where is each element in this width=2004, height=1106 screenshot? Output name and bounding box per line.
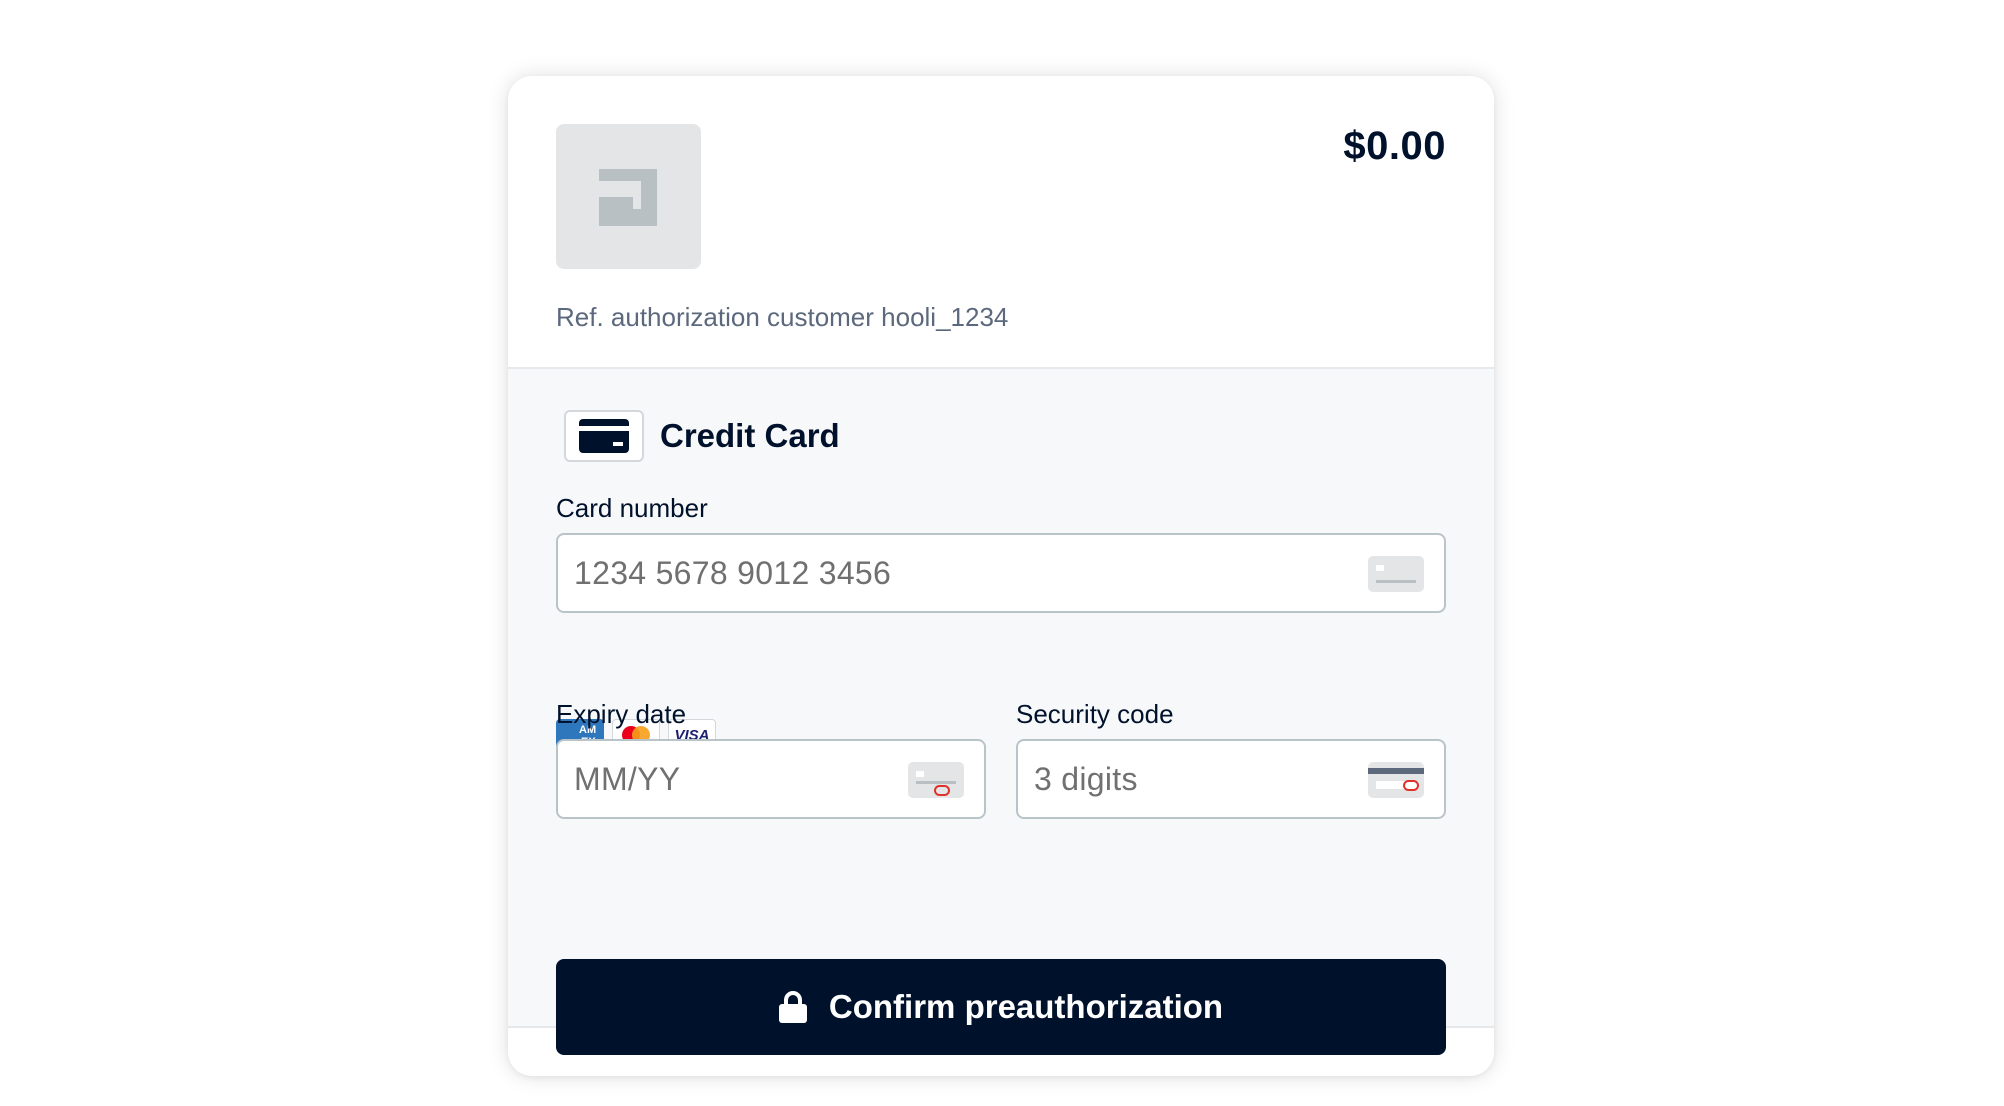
payment-reference: Ref. authorization customer hooli_1234	[556, 302, 1009, 332]
expiry-date-placeholder: MM/YY	[574, 760, 681, 797]
card-cvc-icon	[1368, 762, 1424, 798]
card-expiry-icon	[908, 762, 964, 798]
confirm-preauthorization-button[interactable]: Confirm preauthorization	[556, 959, 1446, 1055]
security-code-field[interactable]: 3 digits	[1016, 739, 1446, 819]
checkout-card: $0.00 Ref. authorization customer hooli_…	[508, 76, 1494, 1076]
payment-form: Credit Card Card number 1234 5678 9012 3…	[508, 369, 1494, 1055]
expiry-date-label: Expiry date	[556, 699, 687, 729]
checkout-header: $0.00 Ref. authorization customer hooli_…	[508, 76, 1494, 369]
merchant-logo-icon	[599, 169, 657, 226]
card-number-field[interactable]: 1234 5678 9012 3456	[556, 533, 1446, 613]
expiry-date-field[interactable]: MM/YY	[556, 739, 986, 819]
security-code-placeholder: 3 digits	[1034, 760, 1138, 797]
confirm-preauthorization-label: Confirm preauthorization	[828, 988, 1224, 1025]
payment-method-header: Credit Card	[564, 410, 840, 462]
card-number-placeholder: 1234 5678 9012 3456	[574, 554, 892, 591]
security-code-label: Security code	[1016, 699, 1174, 729]
lock-icon	[778, 991, 807, 1023]
credit-card-icon	[564, 410, 644, 462]
payment-amount: $0.00	[1343, 124, 1446, 168]
card-number-label: Card number	[556, 493, 708, 523]
payment-method-label: Credit Card	[660, 417, 840, 454]
card-front-icon	[1368, 556, 1424, 592]
merchant-logo	[556, 124, 701, 269]
